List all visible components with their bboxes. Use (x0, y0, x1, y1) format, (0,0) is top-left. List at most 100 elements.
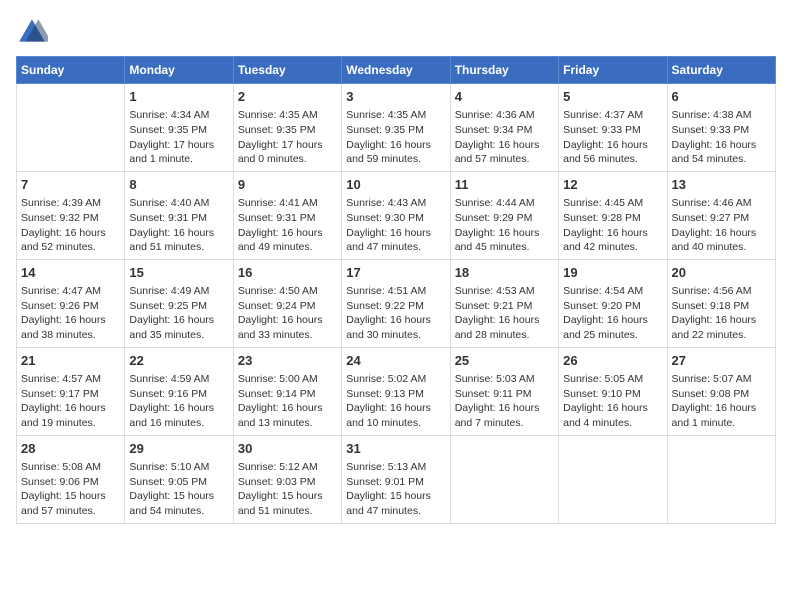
cell-text-line: Sunset: 9:03 PM (238, 475, 337, 490)
cell-text-line: Daylight: 16 hours (129, 401, 228, 416)
day-number: 11 (455, 176, 554, 194)
cell-content: 6Sunrise: 4:38 AMSunset: 9:33 PMDaylight… (672, 88, 771, 167)
cell-text-line: Sunset: 9:26 PM (21, 299, 120, 314)
calendar-cell: 8Sunrise: 4:40 AMSunset: 9:31 PMDaylight… (125, 171, 233, 259)
calendar-cell (559, 435, 667, 523)
cell-text-line: and 51 minutes. (238, 504, 337, 519)
cell-text-line: Sunrise: 4:44 AM (455, 196, 554, 211)
header-row: SundayMondayTuesdayWednesdayThursdayFrid… (17, 57, 776, 84)
day-number: 12 (563, 176, 662, 194)
cell-text-line: Daylight: 16 hours (455, 138, 554, 153)
cell-text-line: Sunset: 9:33 PM (563, 123, 662, 138)
day-number: 29 (129, 440, 228, 458)
calendar-cell: 9Sunrise: 4:41 AMSunset: 9:31 PMDaylight… (233, 171, 341, 259)
calendar-cell: 11 Sunrise: 4:44 AMSunset: 9:29 PMDayligh… (450, 171, 558, 259)
calendar-cell: 17Sunrise: 4:51 AMSunset: 9:22 PMDayligh… (342, 259, 450, 347)
cell-text-line: Sunrise: 5:00 AM (238, 372, 337, 387)
cell-text-line: and 1 minute. (672, 416, 771, 431)
day-number: 16 (238, 264, 337, 282)
cell-text-line: Daylight: 16 hours (129, 313, 228, 328)
cell-content: 27Sunrise: 5:07 AMSunset: 9:08 PMDayligh… (672, 352, 771, 431)
cell-text-line: Sunset: 9:01 PM (346, 475, 445, 490)
cell-text-line: Sunrise: 5:05 AM (563, 372, 662, 387)
cell-text-line: Sunset: 9:35 PM (238, 123, 337, 138)
cell-text-line: Sunrise: 4:56 AM (672, 284, 771, 299)
day-number: 23 (238, 352, 337, 370)
calendar-cell: 18Sunrise: 4:53 AMSunset: 9:21 PMDayligh… (450, 259, 558, 347)
day-number: 15 (129, 264, 228, 282)
cell-text-line: Daylight: 16 hours (346, 226, 445, 241)
calendar-header: SundayMondayTuesdayWednesdayThursdayFrid… (17, 57, 776, 84)
cell-text-line: Daylight: 16 hours (672, 401, 771, 416)
day-number: 30 (238, 440, 337, 458)
day-number: 5 (563, 88, 662, 106)
cell-text-line: and 54 minutes. (129, 504, 228, 519)
cell-text-line: Sunset: 9:11 PM (455, 387, 554, 402)
calendar-cell: 25Sunrise: 5:03 AMSunset: 9:11 PMDayligh… (450, 347, 558, 435)
week-row-0: 1Sunrise: 4:34 AMSunset: 9:35 PMDaylight… (17, 84, 776, 172)
calendar-cell: 14Sunrise: 4:47 AMSunset: 9:26 PMDayligh… (17, 259, 125, 347)
calendar-cell: 16Sunrise: 4:50 AMSunset: 9:24 PMDayligh… (233, 259, 341, 347)
calendar-cell: 20Sunrise: 4:56 AMSunset: 9:18 PMDayligh… (667, 259, 775, 347)
cell-text-line: Daylight: 16 hours (21, 226, 120, 241)
cell-text-line: Sunrise: 4:35 AM (238, 108, 337, 123)
cell-content: 2Sunrise: 4:35 AMSunset: 9:35 PMDaylight… (238, 88, 337, 167)
cell-text-line: and 22 minutes. (672, 328, 771, 343)
cell-text-line: Daylight: 16 hours (238, 313, 337, 328)
day-number: 21 (21, 352, 120, 370)
week-row-2: 14Sunrise: 4:47 AMSunset: 9:26 PMDayligh… (17, 259, 776, 347)
calendar-cell: 1Sunrise: 4:34 AMSunset: 9:35 PMDaylight… (125, 84, 233, 172)
cell-text-line: Sunset: 9:34 PM (455, 123, 554, 138)
cell-text-line: Daylight: 15 hours (129, 489, 228, 504)
day-number: 13 (672, 176, 771, 194)
cell-text-line: Sunrise: 4:45 AM (563, 196, 662, 211)
calendar-cell: 21Sunrise: 4:57 AMSunset: 9:17 PMDayligh… (17, 347, 125, 435)
calendar-cell: 7Sunrise: 4:39 AMSunset: 9:32 PMDaylight… (17, 171, 125, 259)
day-number: 1 (129, 88, 228, 106)
cell-text-line: and 35 minutes. (129, 328, 228, 343)
cell-text-line: Daylight: 16 hours (563, 401, 662, 416)
cell-content: 17Sunrise: 4:51 AMSunset: 9:22 PMDayligh… (346, 264, 445, 343)
calendar-cell: 23Sunrise: 5:00 AMSunset: 9:14 PMDayligh… (233, 347, 341, 435)
calendar-cell (450, 435, 558, 523)
cell-text-line: Sunset: 9:20 PM (563, 299, 662, 314)
cell-text-line: and 57 minutes. (455, 152, 554, 167)
cell-content: 13Sunrise: 4:46 AMSunset: 9:27 PMDayligh… (672, 176, 771, 255)
day-number: 26 (563, 352, 662, 370)
logo (16, 16, 52, 48)
cell-content: 11 Sunrise: 4:44 AMSunset: 9:29 PMDayligh… (455, 176, 554, 255)
cell-text-line: and 52 minutes. (21, 240, 120, 255)
cell-text-line: Sunrise: 4:50 AM (238, 284, 337, 299)
cell-text-line: Sunset: 9:13 PM (346, 387, 445, 402)
day-number: 18 (455, 264, 554, 282)
cell-text-line: Daylight: 16 hours (563, 138, 662, 153)
header-cell-saturday: Saturday (667, 57, 775, 84)
cell-text-line: and 25 minutes. (563, 328, 662, 343)
cell-text-line: Daylight: 16 hours (672, 313, 771, 328)
day-number: 27 (672, 352, 771, 370)
cell-text-line: Daylight: 17 hours (129, 138, 228, 153)
cell-text-line: Daylight: 16 hours (455, 226, 554, 241)
cell-content: 23Sunrise: 5:00 AMSunset: 9:14 PMDayligh… (238, 352, 337, 431)
calendar-cell: 6Sunrise: 4:38 AMSunset: 9:33 PMDaylight… (667, 84, 775, 172)
logo-icon (16, 16, 48, 48)
cell-text-line: and 10 minutes. (346, 416, 445, 431)
calendar-cell: 10Sunrise: 4:43 AMSunset: 9:30 PMDayligh… (342, 171, 450, 259)
cell-text-line: Daylight: 15 hours (21, 489, 120, 504)
cell-text-line: Daylight: 16 hours (563, 226, 662, 241)
cell-content: 25Sunrise: 5:03 AMSunset: 9:11 PMDayligh… (455, 352, 554, 431)
cell-text-line: Sunset: 9:32 PM (21, 211, 120, 226)
cell-content: 4Sunrise: 4:36 AMSunset: 9:34 PMDaylight… (455, 88, 554, 167)
cell-text-line: Sunset: 9:29 PM (455, 211, 554, 226)
cell-text-line: Sunrise: 4:39 AM (21, 196, 120, 211)
cell-content: 20Sunrise: 4:56 AMSunset: 9:18 PMDayligh… (672, 264, 771, 343)
cell-content: 19Sunrise: 4:54 AMSunset: 9:20 PMDayligh… (563, 264, 662, 343)
day-number: 2 (238, 88, 337, 106)
header-cell-thursday: Thursday (450, 57, 558, 84)
cell-text-line: Daylight: 16 hours (238, 401, 337, 416)
cell-text-line: Sunrise: 4:35 AM (346, 108, 445, 123)
cell-text-line: and 7 minutes. (455, 416, 554, 431)
cell-text-line: Daylight: 16 hours (455, 401, 554, 416)
cell-text-line: Daylight: 16 hours (672, 226, 771, 241)
calendar-table: SundayMondayTuesdayWednesdayThursdayFrid… (16, 56, 776, 524)
